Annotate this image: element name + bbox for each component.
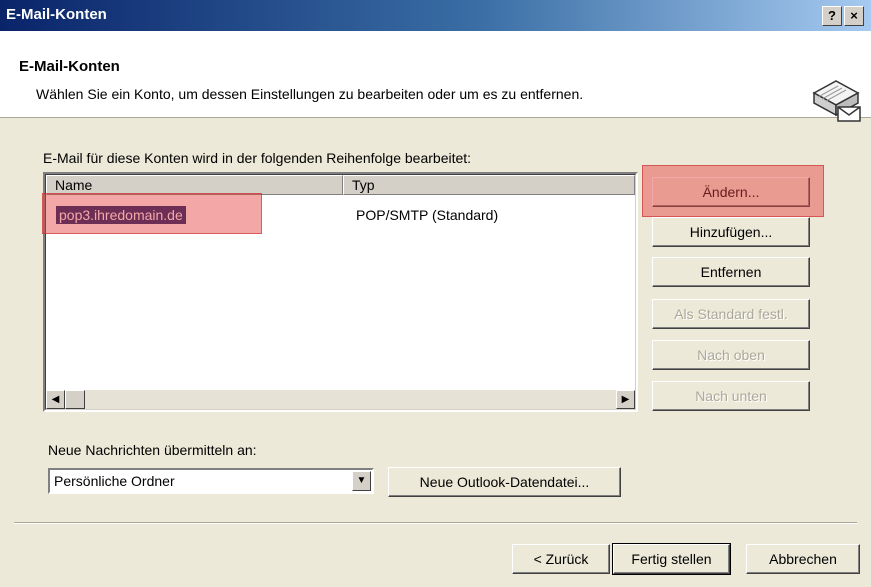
header-title: E-Mail-Konten <box>19 58 120 75</box>
accounts-list-label: E-Mail für diese Konten wird in der folg… <box>43 150 472 166</box>
finish-button[interactable]: Fertig stellen <box>612 543 731 575</box>
new-outlook-datafile-button[interactable]: Neue Outlook-Datendatei... <box>388 467 621 497</box>
account-highlight-marker <box>42 193 262 234</box>
footer-divider <box>14 522 857 524</box>
add-button[interactable]: Hinzufügen... <box>652 217 810 247</box>
horizontal-scrollbar[interactable]: ◀ ▶ <box>46 390 635 409</box>
change-highlight-marker <box>642 165 824 217</box>
scroll-left-icon[interactable]: ◀ <box>46 390 65 409</box>
column-header-type[interactable]: Typ <box>343 175 635 195</box>
cancel-button[interactable]: Abbrechen <box>746 544 860 574</box>
back-button[interactable]: < Zurück <box>512 544 610 574</box>
wizard-header: E-Mail-Konten Wählen Sie ein Konto, um d… <box>0 31 871 122</box>
account-type-cell[interactable]: POP/SMTP (Standard) <box>356 207 498 223</box>
move-up-button[interactable]: Nach oben <box>652 340 810 370</box>
delivery-folder-select[interactable]: Persönliche Ordner ▼ <box>48 468 374 494</box>
delivery-label: Neue Nachrichten übermitteln an: <box>48 442 257 458</box>
move-down-button[interactable]: Nach unten <box>652 381 810 411</box>
scroll-right-icon[interactable]: ▶ <box>616 390 635 409</box>
close-button[interactable]: × <box>844 6 864 26</box>
chevron-down-icon[interactable]: ▼ <box>352 471 371 491</box>
column-header-name[interactable]: Name <box>46 175 343 195</box>
title-bar: E-Mail-Konten ? × <box>0 0 871 31</box>
window-title: E-Mail-Konten <box>6 6 107 23</box>
header-subtitle: Wählen Sie ein Konto, um dessen Einstell… <box>36 86 584 102</box>
help-button[interactable]: ? <box>822 6 842 26</box>
remove-button[interactable]: Entfernen <box>652 257 810 287</box>
scroll-thumb[interactable] <box>65 390 85 409</box>
email-accounts-icon <box>812 80 861 122</box>
set-default-button[interactable]: Als Standard festl. <box>652 299 810 329</box>
delivery-folder-value: Persönliche Ordner <box>54 473 175 489</box>
